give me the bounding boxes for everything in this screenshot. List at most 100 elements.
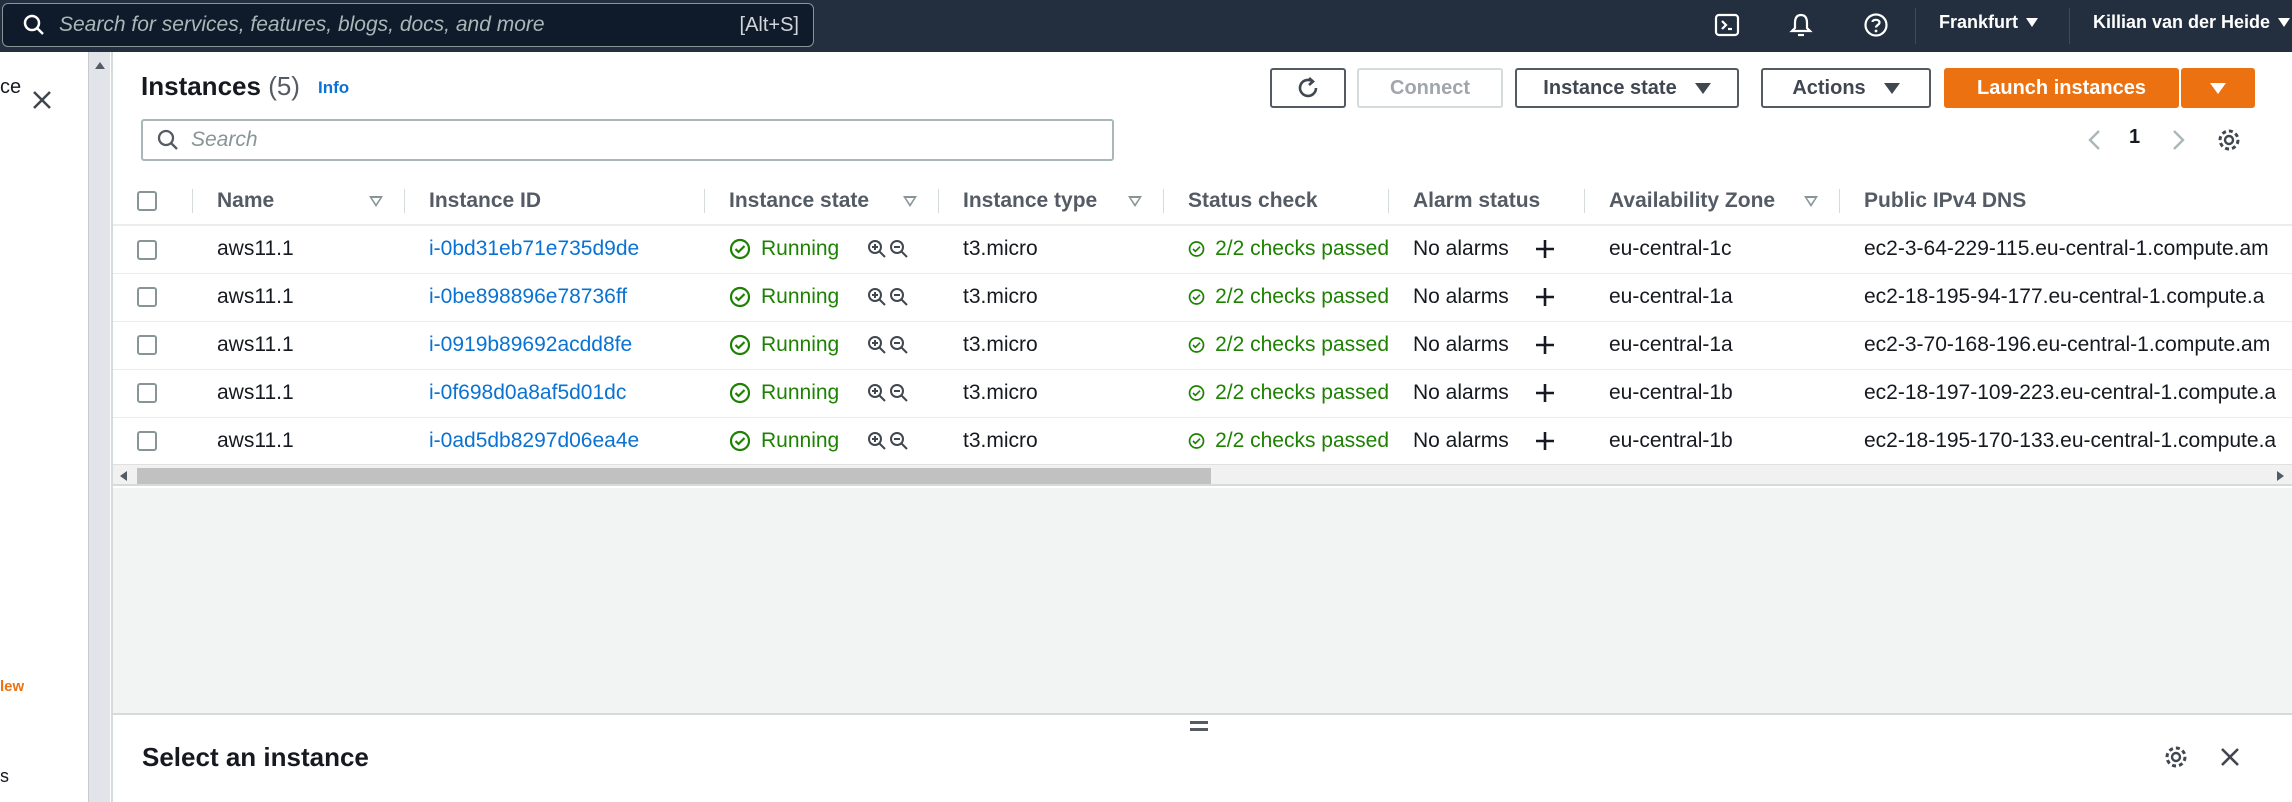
top-navigation-bar: Search for services, features, blogs, do… bbox=[0, 0, 2292, 52]
split-panel-drag-handle[interactable] bbox=[1190, 721, 1208, 735]
instance-id-link[interactable]: i-0bd31eb71e735d9de bbox=[405, 225, 705, 274]
alarm-status-text: No alarms bbox=[1413, 333, 1509, 356]
zoom-in-icon[interactable] bbox=[867, 383, 887, 403]
horizontal-scrollbar[interactable] bbox=[113, 464, 2292, 486]
instance-state-cell: Running bbox=[705, 417, 939, 466]
zoom-in-icon[interactable] bbox=[867, 239, 887, 259]
instance-state-button[interactable]: Instance state bbox=[1515, 68, 1739, 108]
current-page-number[interactable]: 1 bbox=[2129, 126, 2140, 149]
status-check-text[interactable]: 2/2 checks passed bbox=[1215, 237, 1389, 261]
close-panel-icon[interactable] bbox=[2218, 745, 2242, 769]
table-row[interactable]: aws11.1 i-0f698d0a8af5d01dc Running t3.micr… bbox=[113, 369, 2292, 418]
sort-icon[interactable] bbox=[1128, 196, 1142, 207]
zoom-out-icon[interactable] bbox=[889, 239, 909, 259]
add-alarm-icon[interactable] bbox=[1535, 383, 1555, 403]
column-header-public-dns[interactable]: Public IPv4 DNS bbox=[1840, 177, 2292, 226]
zoom-out-icon[interactable] bbox=[889, 287, 909, 307]
topbar-separator bbox=[2069, 8, 2070, 44]
sort-icon[interactable] bbox=[369, 196, 383, 207]
zoom-out-icon[interactable] bbox=[889, 383, 909, 403]
instance-id-link[interactable]: i-0f698d0a8af5d01dc bbox=[405, 369, 705, 418]
table-row[interactable]: aws11.1 i-0be898896e78736ff Running t3.micr… bbox=[113, 273, 2292, 322]
global-search-input[interactable]: Search for services, features, blogs, do… bbox=[2, 3, 814, 47]
close-nav-icon[interactable] bbox=[30, 88, 54, 112]
add-alarm-icon[interactable] bbox=[1535, 431, 1555, 451]
help-icon[interactable] bbox=[1862, 11, 1890, 39]
status-check-text[interactable]: 2/2 checks passed bbox=[1215, 429, 1389, 453]
status-check-cell: 2/2 checks passed bbox=[1164, 321, 1389, 370]
launch-options-dropdown[interactable] bbox=[2181, 68, 2255, 108]
status-check-text[interactable]: 2/2 checks passed bbox=[1215, 285, 1389, 309]
region-selector[interactable]: Frankfurt bbox=[1939, 12, 2039, 33]
add-alarm-icon[interactable] bbox=[1535, 239, 1555, 259]
column-header-alarm-status[interactable]: Alarm status bbox=[1389, 177, 1585, 226]
instance-name: aws11.1 bbox=[193, 369, 405, 418]
sort-icon[interactable] bbox=[903, 196, 917, 207]
launch-instances-label: Launch instances bbox=[1977, 76, 2146, 99]
instance-search-input[interactable]: Search bbox=[141, 119, 1114, 161]
scroll-left-icon[interactable] bbox=[120, 471, 127, 481]
launch-instances-button[interactable]: Launch instances bbox=[1944, 68, 2179, 108]
instance-id-link[interactable]: i-0ad5db8297d06ea4e bbox=[405, 417, 705, 466]
row-checkbox[interactable] bbox=[137, 239, 157, 260]
zoom-in-icon[interactable] bbox=[867, 335, 887, 355]
info-link[interactable]: Info bbox=[318, 78, 349, 98]
table-row[interactable]: aws11.1 i-0bd31eb71e735d9de Running t3.micr… bbox=[113, 225, 2292, 274]
alarm-status-cell: No alarms bbox=[1389, 369, 1585, 418]
status-check-text[interactable]: 2/2 checks passed bbox=[1215, 381, 1389, 405]
previous-page-icon[interactable] bbox=[2085, 128, 2105, 152]
account-menu[interactable]: Killian van der Heide bbox=[2093, 12, 2291, 33]
instance-id-link[interactable]: i-0be898896e78736ff bbox=[405, 273, 705, 322]
availability-zone: eu-central-1a bbox=[1585, 273, 1840, 322]
table-row[interactable]: aws11.1 i-0ad5db8297d06ea4e Running t3.micr… bbox=[113, 417, 2292, 466]
column-header-status-check[interactable]: Status check bbox=[1164, 177, 1389, 226]
sort-icon[interactable] bbox=[1804, 196, 1818, 207]
table-row[interactable]: aws11.1 i-0919b89692acdd8fe Running t3.micr… bbox=[113, 321, 2292, 370]
actions-button[interactable]: Actions bbox=[1761, 68, 1931, 108]
success-check-icon bbox=[729, 430, 751, 452]
column-header-instance-id[interactable]: Instance ID bbox=[405, 177, 705, 226]
side-nav-partial-item[interactable]: s bbox=[0, 766, 9, 787]
account-name: Killian van der Heide bbox=[2093, 12, 2271, 32]
zoom-in-icon[interactable] bbox=[867, 431, 887, 451]
side-nav-partial-title: ce bbox=[0, 76, 22, 98]
panel-settings-gear-icon[interactable] bbox=[2163, 744, 2189, 770]
refresh-button[interactable] bbox=[1270, 68, 1346, 108]
column-header-name[interactable]: Name bbox=[193, 177, 405, 226]
row-checkbox[interactable] bbox=[137, 431, 157, 452]
column-header-instance-type[interactable]: Instance type bbox=[939, 177, 1164, 226]
notifications-bell-icon[interactable] bbox=[1787, 11, 1815, 39]
side-nav-new-badge[interactable]: lew bbox=[0, 678, 24, 695]
zoom-in-icon[interactable] bbox=[867, 287, 887, 307]
zoom-out-icon[interactable] bbox=[889, 431, 909, 451]
global-search-placeholder: Search for services, features, blogs, do… bbox=[59, 13, 545, 36]
scrollbar-thumb[interactable] bbox=[137, 468, 1211, 484]
details-panel-title: Select an instance bbox=[142, 742, 369, 772]
cloudshell-icon[interactable] bbox=[1713, 11, 1741, 39]
instance-id-link[interactable]: i-0919b89692acdd8fe bbox=[405, 321, 705, 370]
public-dns: ec2-3-64-229-115.eu-central-1.compute.am bbox=[1840, 225, 2292, 274]
row-checkbox[interactable] bbox=[137, 383, 157, 404]
settings-gear-icon[interactable] bbox=[2216, 127, 2242, 153]
next-page-icon[interactable] bbox=[2168, 128, 2188, 152]
caret-down-icon bbox=[2278, 18, 2291, 27]
column-header-availability-zone[interactable]: Availability Zone bbox=[1585, 177, 1840, 226]
zoom-out-icon[interactable] bbox=[889, 335, 909, 355]
add-alarm-icon[interactable] bbox=[1535, 335, 1555, 355]
connect-button-label: Connect bbox=[1390, 76, 1470, 99]
success-check-icon bbox=[729, 382, 751, 404]
public-dns: ec2-3-70-168-196.eu-central-1.compute.am bbox=[1840, 321, 2292, 370]
availability-zone: eu-central-1c bbox=[1585, 225, 1840, 274]
side-nav-scrollbar[interactable] bbox=[88, 52, 110, 802]
connect-button[interactable]: Connect bbox=[1357, 68, 1503, 108]
add-alarm-icon[interactable] bbox=[1535, 287, 1555, 307]
side-navigation: ce lew s bbox=[0, 52, 88, 802]
select-all-checkbox[interactable] bbox=[137, 190, 157, 211]
row-checkbox[interactable] bbox=[137, 335, 157, 356]
alarm-status-cell: No alarms bbox=[1389, 417, 1585, 466]
column-header-instance-state[interactable]: Instance state bbox=[705, 177, 939, 226]
row-checkbox[interactable] bbox=[137, 287, 157, 308]
alarm-status-text: No alarms bbox=[1413, 429, 1509, 452]
scroll-right-icon[interactable] bbox=[2277, 471, 2284, 481]
status-check-text[interactable]: 2/2 checks passed bbox=[1215, 333, 1389, 357]
